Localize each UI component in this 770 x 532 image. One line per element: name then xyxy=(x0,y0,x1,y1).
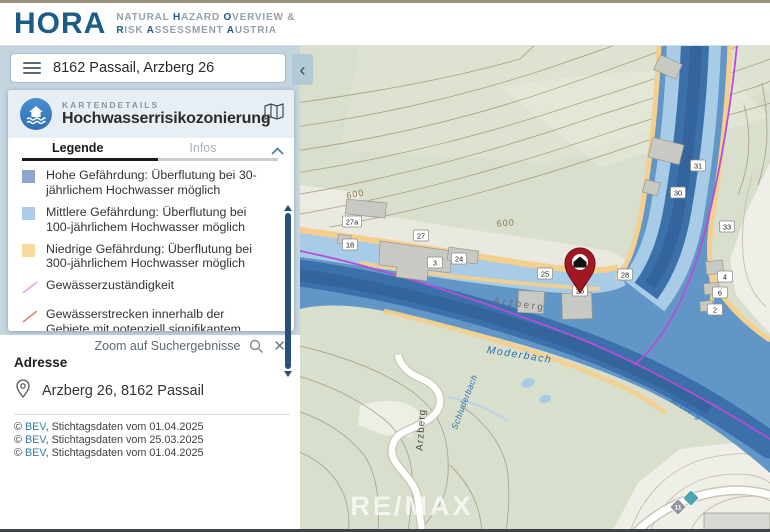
search-input[interactable]: 8162 Passail, Arzberg 26 xyxy=(10,53,286,83)
chevron-up-icon[interactable] xyxy=(271,142,284,160)
house-number: 28 xyxy=(621,271,629,280)
divider xyxy=(14,414,290,415)
credit-line: © BEV, Stichtagsdaten vom 25.03.2025 xyxy=(14,434,290,447)
house-number: 2 xyxy=(713,306,717,315)
subtitle-letter: ISK xyxy=(124,25,146,36)
card-head-text: KARTENDETAILS Hochwasserrisikozonierung xyxy=(62,100,260,128)
zoom-results-label[interactable]: Zoom auf Suchergebnisse xyxy=(95,339,241,353)
zoom-results-row: Zoom auf Suchergebnisse ✕ xyxy=(0,337,286,355)
card-title: Hochwasserrisikozonierung xyxy=(62,110,260,128)
legend-item-label: Niedrige Gefährdung: Überflutung bei 300… xyxy=(46,242,270,272)
subtitle-letter: O xyxy=(224,12,233,23)
house-number: 25 xyxy=(541,270,549,279)
legend-item-label: Hohe Gefährdung: Überflutung bei 30-jähr… xyxy=(46,168,270,198)
legend-item-label: Gewässerzuständigkeit xyxy=(46,278,174,300)
address-block: Adresse Arzberg 26, 8162 Passail © BEV, … xyxy=(14,355,290,461)
bev-link[interactable]: BEV xyxy=(25,447,46,459)
top-edge xyxy=(0,0,770,3)
legend-item: Mittlere Gefährdung: Überflutung bei 100… xyxy=(22,205,270,235)
subtitle-letter: A xyxy=(227,25,235,36)
subtitle-letter: NATURAL xyxy=(116,12,173,23)
house-number: 27a xyxy=(346,218,359,227)
house-number: 24 xyxy=(455,255,463,264)
search-value: 8162 Passail, Arzberg 26 xyxy=(53,60,214,76)
card-header: KARTENDETAILS Hochwasserrisikozonierung xyxy=(8,90,294,138)
poi-label: 11 xyxy=(675,505,682,512)
subtitle-letter: AZARD xyxy=(181,12,224,23)
subtitle-line2: RISK ASSESSMENT AUSTRIA xyxy=(116,24,295,38)
hazard-medium-swatch xyxy=(22,207,35,220)
address-line: Arzberg 26, 8162 Passail xyxy=(14,378,290,404)
legend-item: Gewässerzuständigkeit xyxy=(22,278,270,300)
house-number: 27 xyxy=(417,232,425,241)
legend-item-label: Gewässerstrecken innerhalb der Gebiete m… xyxy=(46,307,270,331)
responsibility-line-swatch xyxy=(22,280,38,300)
credit-line: © BEV, Stichtagsdaten vom 01.04.2025 xyxy=(14,447,290,460)
address-value: Arzberg 26, 8162 Passail xyxy=(42,383,204,399)
house-number: 31 xyxy=(694,162,702,171)
house-number: 4 xyxy=(723,273,727,282)
tab-infos[interactable]: Infos xyxy=(189,141,216,155)
tab-legende[interactable]: Legende xyxy=(52,141,103,155)
panel-tabs: Legende Infos xyxy=(8,138,294,158)
map-area[interactable]: 27a2718324252628313033462 600600ArzbergM… xyxy=(300,45,770,532)
app-header: HORA NATURAL HAZARD OVERVIEW & RISK ASSE… xyxy=(0,3,770,46)
close-icon[interactable]: ✕ xyxy=(273,337,286,355)
house-number: 6 xyxy=(718,289,722,298)
hora-logo: HORA xyxy=(14,9,106,39)
search-bar: 8162 Passail, Arzberg 26 xyxy=(0,45,300,90)
house-number: 18 xyxy=(346,241,354,250)
risk-line-swatch xyxy=(22,309,38,331)
credits: © BEV, Stichtagsdaten vom 01.04.2025© BE… xyxy=(14,421,290,461)
contour-label: 600 xyxy=(496,217,515,229)
map-details-card: KARTENDETAILS Hochwasserrisikozonierung … xyxy=(8,90,294,331)
map-canvas[interactable]: 27a2718324252628313033462 600600ArzbergM… xyxy=(300,45,770,532)
map-icon[interactable] xyxy=(264,103,284,125)
house-number: 30 xyxy=(674,189,682,198)
pin-icon xyxy=(14,378,32,404)
hora-app: 27a2718324252628313033462 600600ArzbergM… xyxy=(0,0,770,532)
hazard-high-swatch xyxy=(22,170,35,183)
subtitle-letter: A xyxy=(147,25,155,36)
legend-item: Niedrige Gefährdung: Überflutung bei 300… xyxy=(22,242,270,272)
legend-list: Hohe Gefährdung: Überflutung bei 30-jähr… xyxy=(8,161,294,331)
hora-subtitle: NATURAL HAZARD OVERVIEW & RISK ASSESSMEN… xyxy=(116,11,295,38)
house-number: 33 xyxy=(723,223,731,232)
subtitle-letter: H xyxy=(173,12,181,23)
chevron-left-icon: ‹ xyxy=(300,61,306,79)
sidebar-collapse-button[interactable]: ‹ xyxy=(292,54,313,85)
subtitle-line1: NATURAL HAZARD OVERVIEW & xyxy=(116,11,295,25)
address-heading: Adresse xyxy=(14,355,290,370)
search-icon[interactable] xyxy=(249,339,264,354)
house-number: 3 xyxy=(433,259,437,268)
menu-icon[interactable] xyxy=(23,62,41,74)
legend-item: Hohe Gefährdung: Überflutung bei 30-jähr… xyxy=(22,168,270,198)
scroll-up-arrow[interactable] xyxy=(284,205,292,211)
subtitle-letter: SSESSMENT xyxy=(155,25,227,36)
bev-link[interactable]: BEV xyxy=(25,421,46,433)
subtitle-letter: USTRIA xyxy=(235,25,277,36)
credit-line: © BEV, Stichtagsdaten vom 01.04.2025 xyxy=(14,421,290,434)
remax-watermark: RE/MAX xyxy=(350,491,473,521)
card-kicker: KARTENDETAILS xyxy=(62,100,260,110)
hazard-low-swatch xyxy=(22,244,35,257)
subtitle-letter: VERVIEW & xyxy=(232,12,295,23)
bev-link[interactable]: BEV xyxy=(25,434,46,446)
legend-item: Gewässerstrecken innerhalb der Gebiete m… xyxy=(22,307,270,331)
flood-icon xyxy=(20,98,52,130)
sidebar: 8162 Passail, Arzberg 26 KARTENDETAILS xyxy=(0,45,300,532)
legend-item-label: Mittlere Gefährdung: Überflutung bei 100… xyxy=(46,205,270,235)
